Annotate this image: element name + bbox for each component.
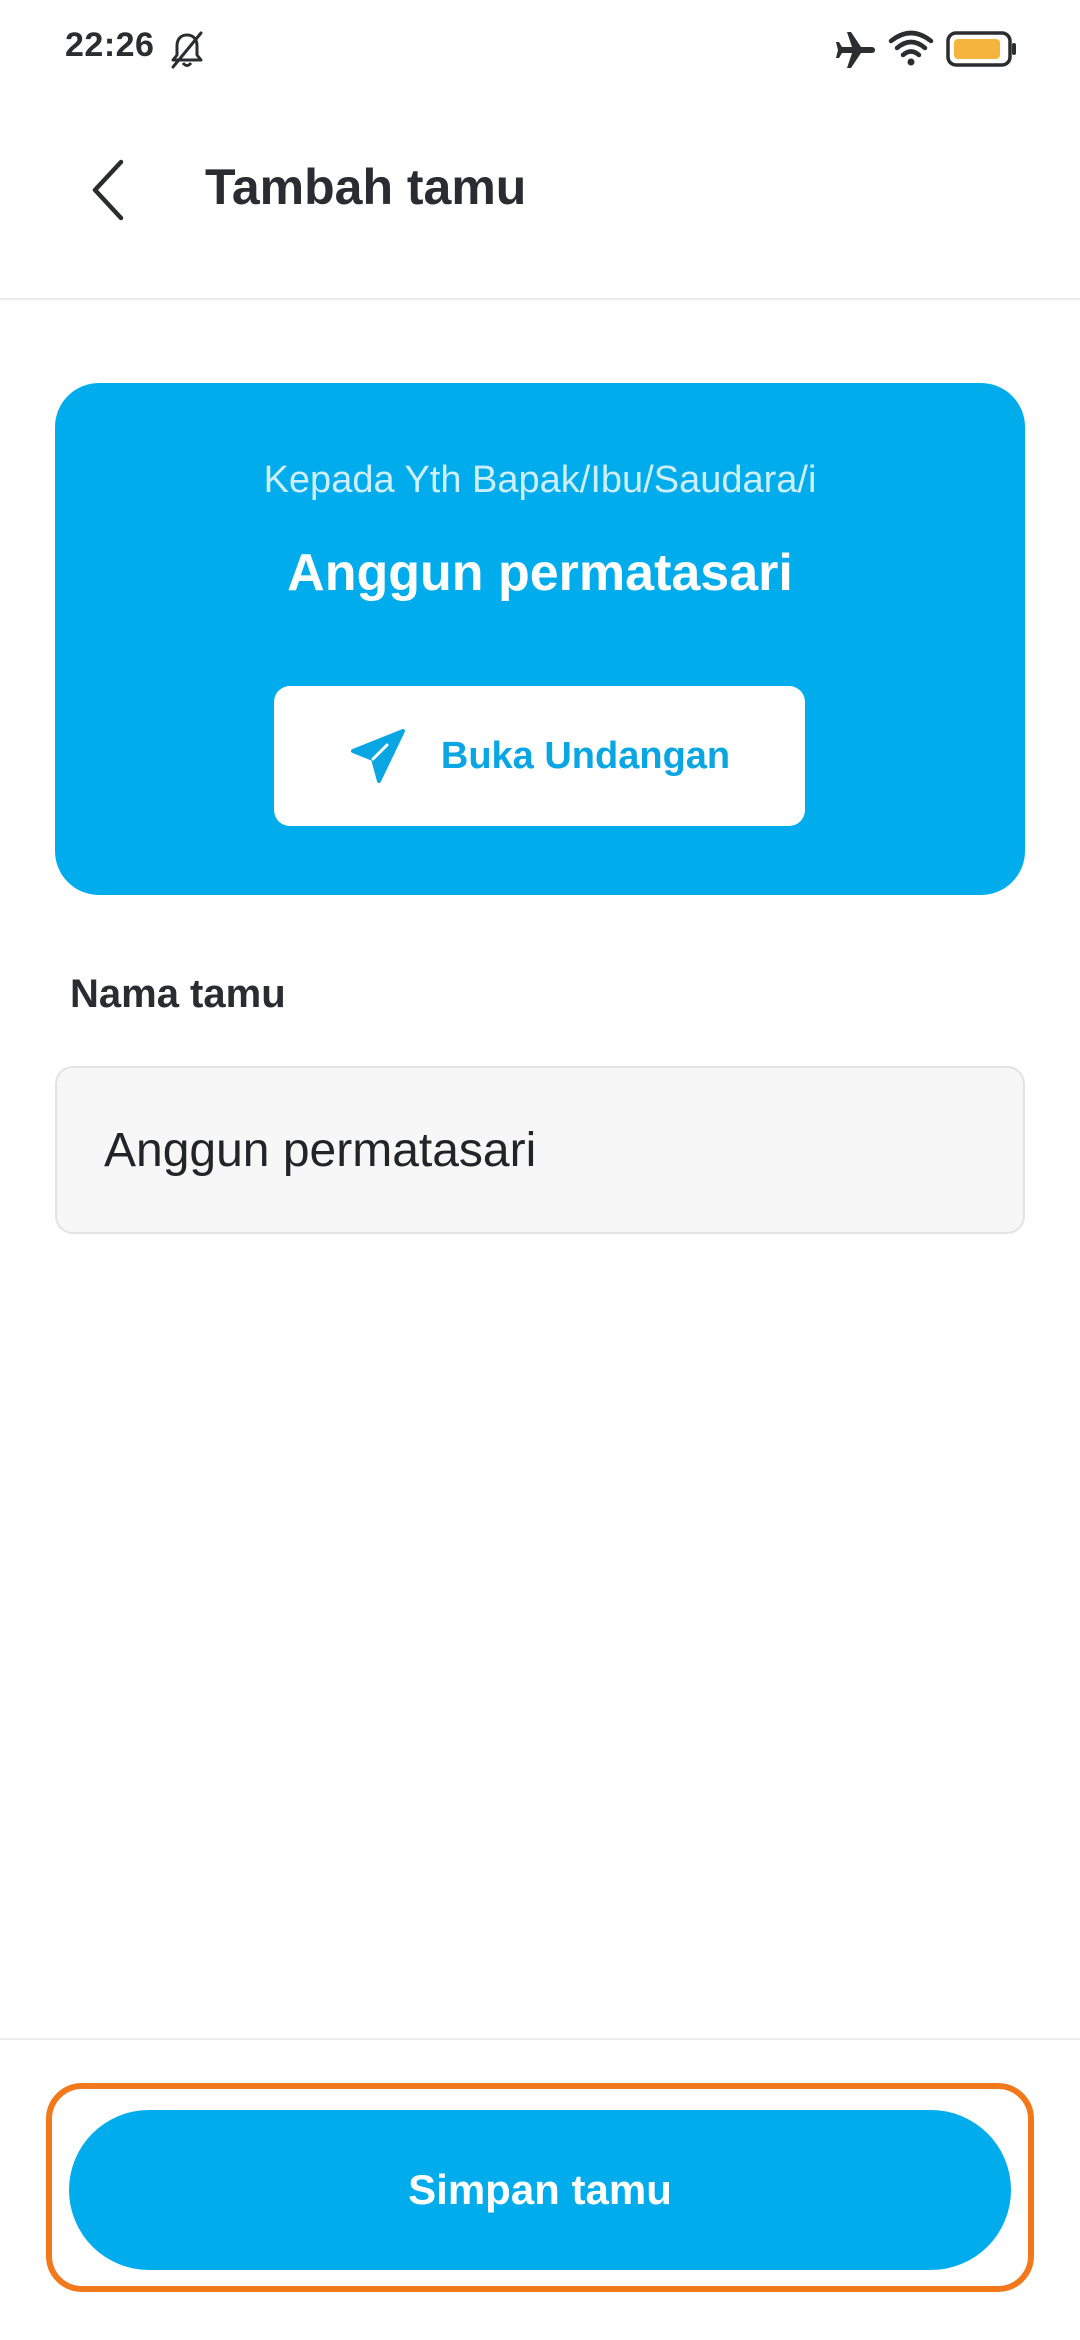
guest-name-label: Nama tamu <box>70 972 286 1016</box>
status-time: 22:26 <box>65 26 155 64</box>
wifi-icon <box>888 30 934 66</box>
invitation-card: Kepada Yth Bapak/Ibu/Saudara/i Anggun pe… <box>55 383 1025 895</box>
airplane-icon <box>836 32 875 68</box>
guest-name-input[interactable] <box>55 1066 1025 1234</box>
page-title: Tambah tamu <box>205 159 527 215</box>
send-icon <box>350 729 405 783</box>
open-invitation-button[interactable]: Buka Undangan <box>274 686 805 826</box>
app-header: Tambah tamu <box>0 100 1080 300</box>
footer-divider <box>0 2038 1080 2040</box>
status-bar: 22:26 <box>0 0 1080 100</box>
screen: 22:26 Tambah tamu Kepada Yth Bapak/Ibu/S… <box>0 0 1080 2340</box>
open-invitation-label: Buka Undangan <box>440 734 731 777</box>
bell-off-icon <box>171 31 203 69</box>
back-button[interactable] <box>70 150 146 230</box>
battery-icon <box>946 31 1016 67</box>
invitation-guest-name: Anggun permatasari <box>287 544 793 602</box>
save-guest-button[interactable]: Simpan tamu <box>69 2110 1011 2270</box>
chevron-left-icon <box>92 159 124 221</box>
invitation-greeting: Kepada Yth Bapak/Ibu/Saudara/i <box>263 459 817 501</box>
